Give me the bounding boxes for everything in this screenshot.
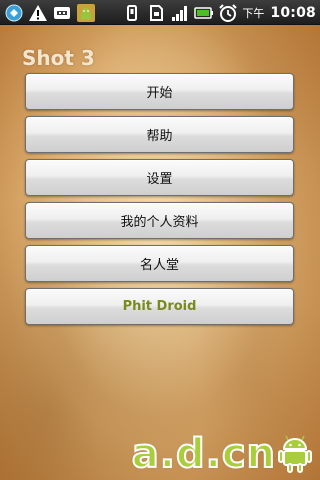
status-clock: 10:08 bbox=[270, 4, 316, 21]
sd-card-icon bbox=[146, 3, 166, 23]
watermark-logo: a.d.cn bbox=[131, 431, 312, 477]
notification-icons bbox=[4, 2, 96, 23]
android-debug-icon bbox=[76, 3, 96, 23]
hall-of-fame-button[interactable]: 名人堂 bbox=[25, 245, 294, 282]
phit-droid-button[interactable]: Phit Droid bbox=[25, 288, 294, 325]
main-menu-screen: Shot 3 开始 帮助 设置 我的个人资料 名人堂 Phit Droid a.… bbox=[0, 25, 320, 480]
my-profile-button[interactable]: 我的个人资料 bbox=[25, 202, 294, 239]
settings-button[interactable]: 设置 bbox=[25, 159, 294, 196]
status-bar: 下午 10:08 bbox=[0, 0, 320, 25]
alert-icon bbox=[28, 3, 48, 23]
watermark-text: a.d.cn bbox=[131, 431, 276, 477]
screen-title: Shot 3 bbox=[22, 46, 95, 70]
start-button[interactable]: 开始 bbox=[25, 73, 294, 110]
alarm-icon bbox=[218, 3, 238, 23]
main-menu: 开始 帮助 设置 我的个人资料 名人堂 Phit Droid bbox=[25, 73, 294, 331]
help-button[interactable]: 帮助 bbox=[25, 116, 294, 153]
vibrate-icon bbox=[122, 3, 142, 23]
usb-icon bbox=[52, 3, 72, 23]
system-icons: 下午 10:08 bbox=[122, 2, 316, 23]
signal-icon bbox=[170, 3, 190, 23]
status-ampm: 下午 bbox=[242, 6, 265, 20]
android-robot-icon bbox=[278, 434, 312, 474]
sync-icon bbox=[4, 3, 24, 23]
battery-icon bbox=[194, 3, 214, 23]
